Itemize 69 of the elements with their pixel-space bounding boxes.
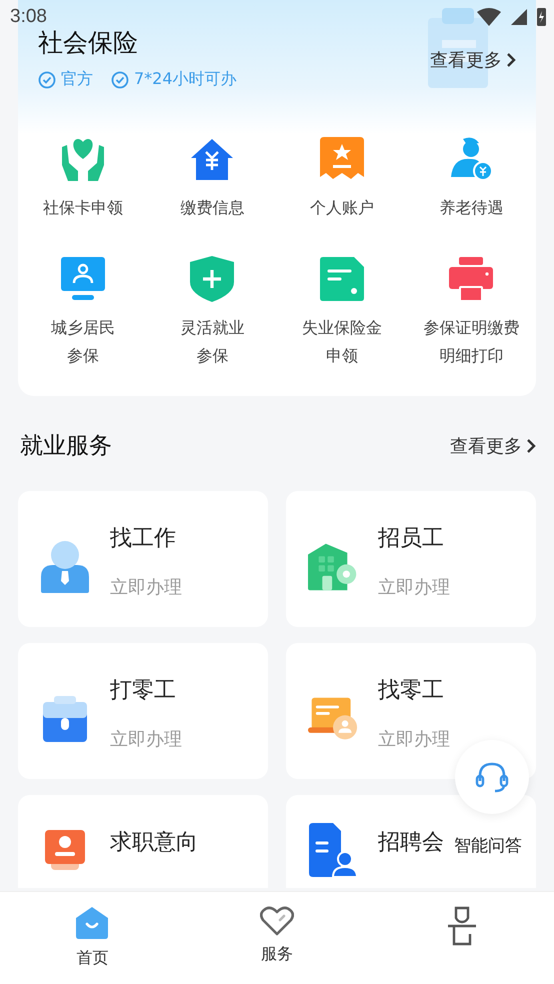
service-card[interactable]: 找零工 立即办理 [286,643,536,779]
status-time: 3:08 [10,6,47,28]
see-more-link[interactable]: 查看更多 [450,434,536,458]
service-item[interactable]: 城乡居民 参保 [18,256,148,370]
home-icon [75,906,110,940]
service-label: 城乡居民 [50,317,115,339]
service-label: 社保卡申领 [42,197,123,219]
service-label: 明细打印 [439,345,504,367]
badge-text: 7*24小时可办 [134,69,237,90]
user-icon [446,906,478,946]
heart-icon [260,906,294,936]
tab[interactable]: 首页 [0,892,185,984]
service-label: 失业保险金 [302,317,382,339]
shield-plus-icon [190,256,234,302]
chevron-right-icon [526,438,536,454]
check-circle-icon [38,70,56,88]
card-subtitle: 立即办理 [378,728,450,751]
card-title: 找零工 [378,677,445,705]
service-card[interactable]: 招员工 立即办理 [286,491,536,627]
certificate-icon [320,136,364,182]
check-circle-icon [111,70,129,88]
badge-text: 官方 [61,69,93,90]
house-yuan-icon [190,136,234,182]
service-card[interactable]: 找工作 立即办理 [18,491,268,627]
service-item[interactable]: 失业保险金 申领 [277,256,406,370]
document-user-icon [309,822,357,876]
service-label: 灵活就业 [180,317,244,339]
building-pin-icon [308,541,358,593]
briefcase-icon [43,696,87,742]
service-label: 参保证明缴费 [423,317,520,339]
service-label: 养老待遇 [439,197,504,219]
battery-icon [537,8,546,26]
service-item[interactable]: 养老待遇 [406,136,536,222]
card-subtitle: 立即办理 [110,576,182,599]
printer-icon [449,256,494,302]
card-title: 找工作 [110,525,177,553]
person-tie-icon [41,541,89,593]
service-label: 参保 [66,345,99,367]
service-item[interactable]: 社保卡申领 [18,136,148,222]
chevron-right-icon [506,52,516,68]
card-title: 招员工 [378,525,445,553]
id-card-icon [45,830,85,870]
service-item[interactable]: 缴费信息 [148,136,277,222]
section-title: 社会保险 [38,27,139,59]
service-label: 缴费信息 [180,197,244,219]
tab[interactable]: 服务 [184,892,370,984]
hands-heart-icon [60,136,106,182]
monitor-user-icon [60,256,105,302]
service-label: 个人账户 [310,197,374,219]
service-label: 参保 [196,345,228,367]
card-title: 打零工 [110,677,177,705]
card-title: 招聘会 [378,829,444,857]
section-title: 就业服务 [20,432,112,461]
service-label: 申领 [326,345,358,367]
card-title: 求职意向 [110,829,198,857]
wifi-icon [477,8,501,26]
signal-icon [511,9,527,25]
document-icon [320,256,364,302]
service-card[interactable]: 打零工 立即办理 [18,643,268,779]
card-subtitle: 立即办理 [378,576,450,599]
service-item[interactable]: 个人账户 [277,136,406,222]
see-more-link[interactable]: 查看更多 [430,48,516,72]
headset-icon [475,761,509,793]
card-subtitle: 立即办理 [110,728,182,751]
service-item[interactable]: 参保证明缴费 明细打印 [406,256,536,370]
laptop-person-icon [308,696,358,742]
service-card[interactable]: 求职意向 [18,795,268,888]
service-item[interactable]: 灵活就业 参保 [148,256,277,370]
person-coin-icon [449,136,494,182]
